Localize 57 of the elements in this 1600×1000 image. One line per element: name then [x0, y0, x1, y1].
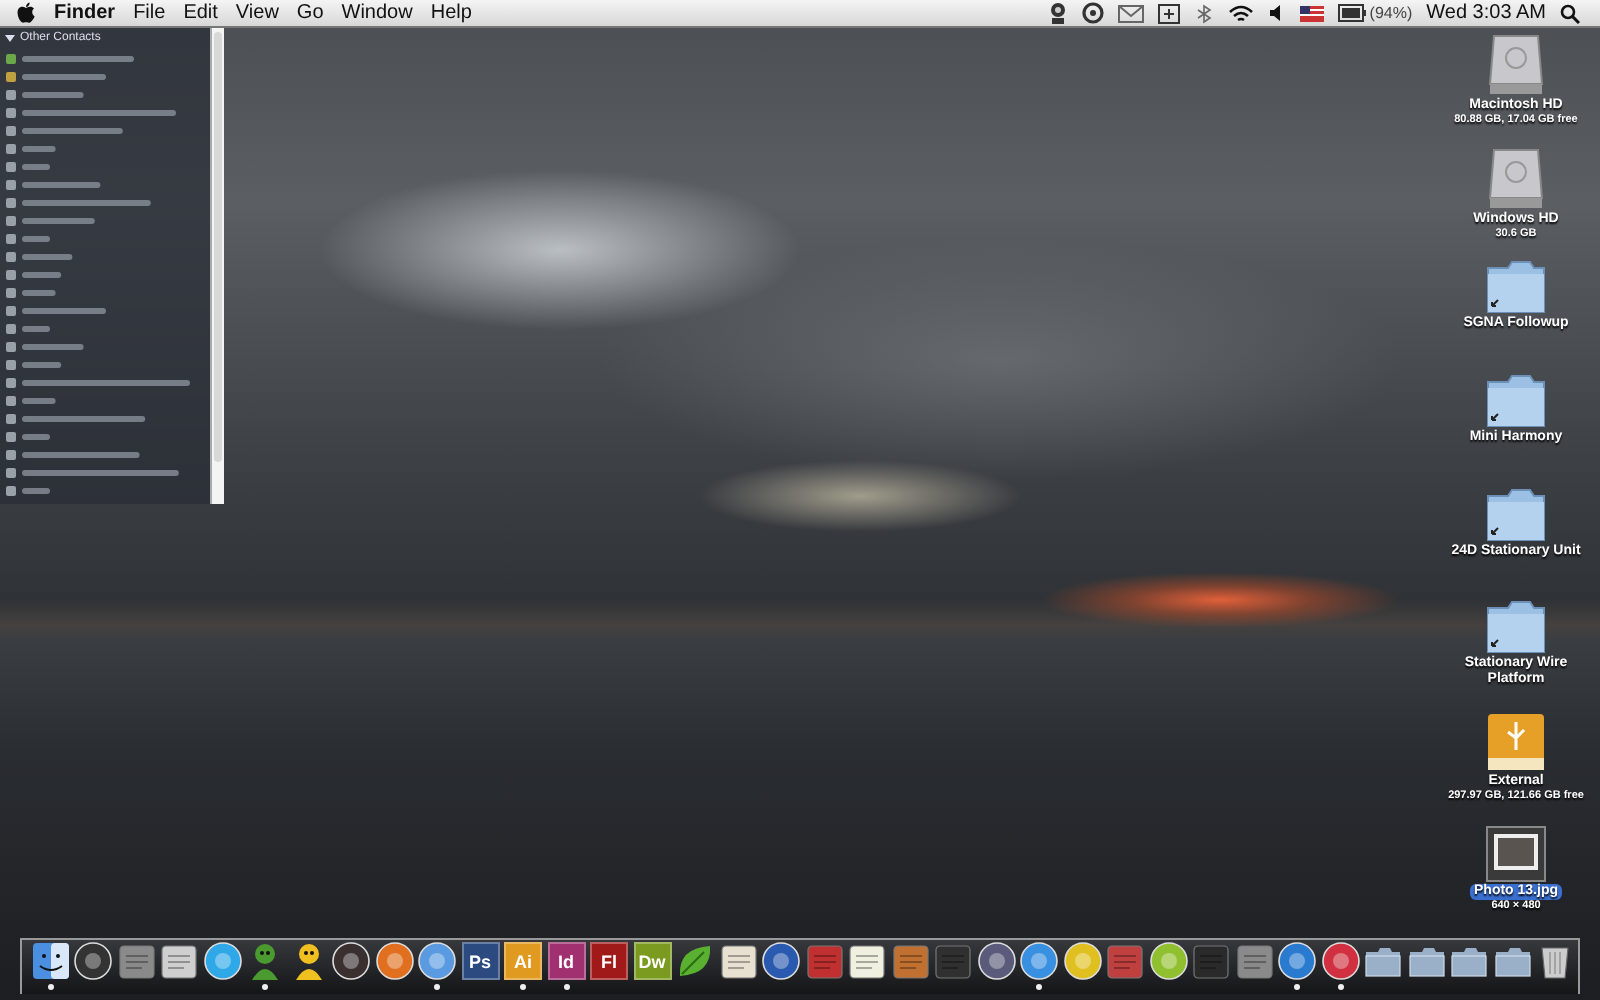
- menu-clock[interactable]: Wed 3:03 AM: [1426, 2, 1546, 24]
- smiling-face-icon[interactable]: [31, 942, 69, 980]
- folder-icon[interactable]: [1364, 942, 1402, 980]
- round-app-icon[interactable]: [1321, 942, 1359, 980]
- leaf-icon[interactable]: [676, 942, 714, 980]
- disclosure-triangle-icon[interactable]: [4, 32, 16, 44]
- menu-item[interactable]: File: [133, 2, 166, 24]
- folder-icon[interactable]: [1493, 942, 1531, 980]
- flag-icon[interactable]: [1299, 5, 1324, 21]
- trash-icon[interactable]: [1536, 942, 1574, 980]
- menu-item[interactable]: Help: [430, 2, 472, 24]
- round-app-icon[interactable]: [1063, 942, 1101, 980]
- folder-icon[interactable]: [1486, 485, 1546, 542]
- menu-item[interactable]: View: [235, 2, 279, 24]
- bluetooth-icon[interactable]: [1193, 3, 1214, 23]
- round-app-icon[interactable]: [375, 942, 413, 980]
- sync-icon[interactable]: [1081, 2, 1104, 24]
- folder-icon[interactable]: [1407, 942, 1445, 980]
- add-box-icon[interactable]: [1157, 3, 1180, 23]
- round-app-icon[interactable]: [1149, 942, 1187, 980]
- menu-item[interactable]: Window: [341, 2, 413, 24]
- apple-logo-icon[interactable]: [16, 2, 36, 24]
- menu-item[interactable]: Edit: [183, 2, 218, 24]
- folder-icon[interactable]: [1450, 942, 1488, 980]
- round-app-icon[interactable]: [418, 942, 456, 980]
- search-icon[interactable]: [1560, 3, 1580, 23]
- wifi-icon[interactable]: [1227, 3, 1254, 23]
- round-app-icon[interactable]: [203, 942, 241, 980]
- folder-icon[interactable]: [1486, 258, 1546, 315]
- square-app-icon[interactable]: [160, 942, 198, 980]
- folder-icon[interactable]: [1486, 372, 1546, 429]
- app-icon[interactable]: Fl: [590, 942, 628, 980]
- webcam-icon[interactable]: [1047, 2, 1068, 24]
- cartoon-figure-icon[interactable]: [246, 942, 284, 980]
- app-menu[interactable]: Finder: [54, 2, 116, 24]
- round-app-icon[interactable]: [1278, 942, 1316, 980]
- battery-icon: [1337, 4, 1366, 22]
- speaker-icon[interactable]: [1267, 4, 1286, 22]
- battery-status[interactable]: (94%): [1337, 4, 1413, 22]
- battery-percent: (94%): [1369, 4, 1413, 22]
- mail-icon[interactable]: [1117, 3, 1144, 23]
- square-app-icon[interactable]: [848, 942, 886, 980]
- folder-icon[interactable]: [1486, 598, 1546, 655]
- round-app-icon[interactable]: [977, 942, 1015, 980]
- hard-drive-icon[interactable]: [1486, 32, 1546, 96]
- app-icon[interactable]: Id: [547, 942, 585, 980]
- hard-drive-icon[interactable]: [1486, 145, 1546, 210]
- app-icon[interactable]: Ps: [461, 942, 499, 980]
- menu-item[interactable]: Go: [296, 2, 324, 24]
- scrollbar[interactable]: [210, 28, 224, 504]
- square-app-icon[interactable]: [719, 942, 757, 980]
- photo-thumbnail[interactable]: [1486, 825, 1546, 882]
- usb-drive-icon[interactable]: [1486, 712, 1546, 773]
- round-app-icon[interactable]: [74, 942, 112, 980]
- round-app-icon[interactable]: [332, 942, 370, 980]
- round-app-icon[interactable]: [1020, 942, 1058, 980]
- round-app-icon[interactable]: [762, 942, 800, 980]
